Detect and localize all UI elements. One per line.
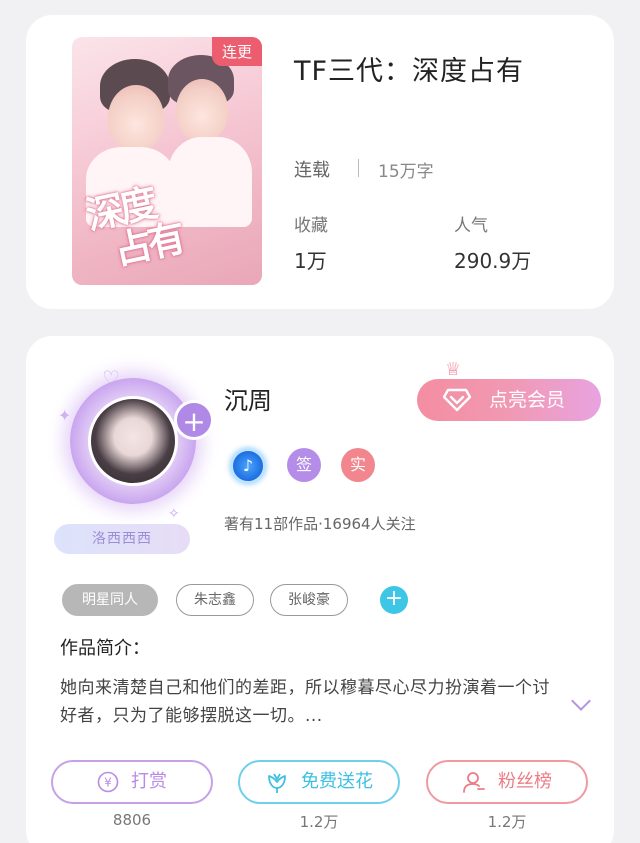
- svg-text:¥: ¥: [104, 776, 112, 790]
- star-decoration-icon: ✦: [58, 406, 72, 425]
- author-avatar-frame[interactable]: ♡ ✦ ✧ +: [58, 356, 218, 522]
- book-word-count: 15万字: [378, 162, 434, 182]
- reward-count: 8806: [112, 811, 152, 829]
- reward-button[interactable]: ¥ 打赏: [51, 760, 213, 804]
- reward-label: 打赏: [131, 771, 167, 792]
- book-info-card: 深度 占有 连更 TF三代：深度占有 连载 15万字 收藏 1万 人气 290.…: [26, 15, 614, 309]
- add-tag-button[interactable]: +: [380, 586, 408, 614]
- vip-button-label: 点亮会员: [489, 389, 566, 411]
- author-works-followers: 著有11部作品·16964人关注: [224, 515, 416, 533]
- flower-count: 1.2万: [299, 813, 339, 831]
- author-level-medal-icon[interactable]: ♪: [230, 448, 266, 484]
- favorites-value: 1万: [294, 249, 327, 273]
- favorites-label: 收藏: [294, 216, 328, 236]
- free-flower-button[interactable]: 免费送花: [238, 760, 400, 804]
- cover-figure-right-face: [176, 79, 228, 141]
- popularity-label: 人气: [454, 216, 488, 236]
- fans-count: 1.2万: [487, 813, 527, 831]
- crown-icon: ♕: [445, 359, 462, 380]
- verified-author-badge[interactable]: 实: [341, 448, 375, 482]
- fan-ranking-button[interactable]: 粉丝榜: [426, 760, 588, 804]
- follow-plus-button[interactable]: +: [174, 400, 214, 440]
- chevron-down-icon[interactable]: [571, 691, 591, 711]
- status-divider: [358, 159, 359, 177]
- author-info-card: ♡ ✦ ✧ + 洛西西西 沉周 ♕ 点亮会员 ♪ 签 实 著有11部作品·169…: [26, 336, 614, 843]
- book-title: TF三代：深度占有: [294, 56, 525, 87]
- cover-title-art: 深度 占有: [82, 179, 186, 274]
- avatar-frame-name-tag: 洛西西西: [54, 524, 190, 554]
- flower-icon: [268, 773, 286, 793]
- signed-author-badge[interactable]: 签: [287, 448, 321, 482]
- tag-character-2[interactable]: 张峻豪: [270, 584, 348, 616]
- popularity-value: 290.9万: [454, 249, 532, 273]
- yuan-coin-icon: ¥: [97, 771, 119, 793]
- cover-figure-left-face: [108, 85, 164, 151]
- book-cover-image[interactable]: 深度 占有 连更: [72, 37, 262, 285]
- avatar: [88, 396, 178, 486]
- fans-label: 粉丝榜: [498, 771, 552, 792]
- vip-activate-button[interactable]: 点亮会员: [417, 379, 601, 421]
- cover-figure-right-shirt: [168, 137, 252, 227]
- flower-label: 免费送花: [301, 771, 373, 792]
- tag-character-1[interactable]: 朱志鑫: [176, 584, 254, 616]
- serial-update-badge: 连更: [211, 37, 262, 66]
- sparkle-decoration-icon: ✧: [168, 506, 180, 522]
- diamond-icon: [443, 388, 471, 412]
- tag-category[interactable]: 明星同人: [62, 584, 158, 616]
- synopsis-text: 她向来清楚自己和他们的差距，所以穆暮尽心尽力扮演着一个讨好者，只为了能够摆脱这一…: [60, 678, 550, 726]
- author-name[interactable]: 沉周: [224, 381, 272, 416]
- book-status: 连载: [294, 160, 330, 181]
- user-icon: [463, 772, 485, 793]
- synopsis-label: 作品简介：: [60, 638, 150, 659]
